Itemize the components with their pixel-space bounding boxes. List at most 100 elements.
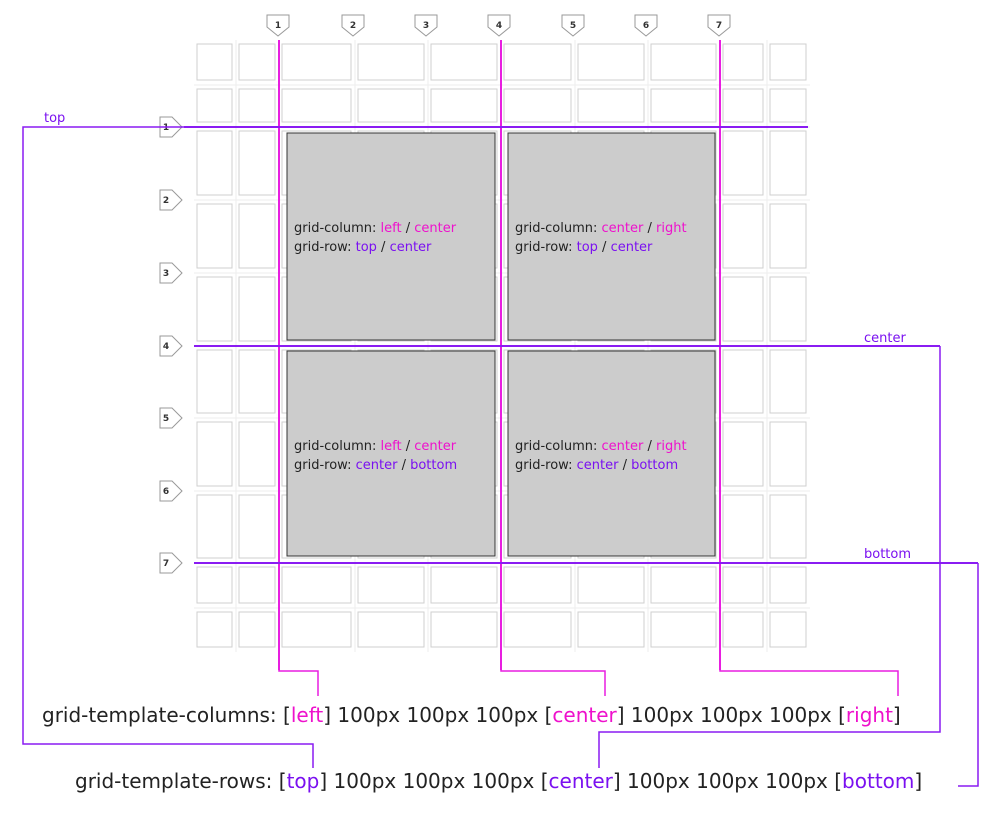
rule-token: / (643, 439, 656, 454)
value-token: [ (279, 769, 287, 793)
rule-token: center (414, 439, 456, 454)
grid-cell (357, 566, 425, 604)
grid-cell (722, 566, 764, 604)
grid-cell (769, 566, 807, 604)
grid-cell (238, 203, 276, 269)
grid-cell (769, 43, 807, 81)
row-line-label-top: top (44, 111, 65, 126)
row-line-label-bottom: bottom (864, 547, 911, 562)
grid-cell (357, 611, 425, 648)
rule-token: grid-row: (294, 240, 356, 255)
grid-column-rule: grid-column: center / right (515, 221, 687, 236)
line-name-token: left (291, 703, 324, 727)
marker-number: 6 (163, 487, 169, 497)
grid-cell (238, 349, 276, 414)
grid-area-box (286, 132, 496, 341)
marker-number: 7 (163, 559, 169, 569)
grid-cell (281, 43, 352, 81)
grid-cell (722, 349, 764, 414)
grid-cell (196, 130, 233, 196)
rule-token: / (397, 458, 410, 473)
grid-cell (281, 611, 352, 648)
column-marker-6: 6 (634, 14, 658, 37)
grid-cell (196, 43, 233, 81)
rule-token: grid-column: (515, 221, 602, 236)
value-token: ] 100px 100px 100px [ (323, 703, 552, 727)
rule-token: top (356, 240, 377, 255)
grid-cell (769, 203, 807, 269)
grid-template-rows-declaration: grid-template-rows: [top] 100px 100px 10… (75, 769, 922, 793)
value-token: ] (893, 703, 901, 727)
marker-number: 4 (496, 21, 502, 31)
marker-number: 6 (643, 21, 649, 31)
rule-token: grid-row: (294, 458, 356, 473)
value-token: ] 100px 100px 100px [ (319, 769, 548, 793)
value-token: ] (914, 769, 922, 793)
grid-cell (238, 276, 276, 342)
grid-cell (238, 566, 276, 604)
grid-cell (196, 88, 233, 123)
grid-cell (238, 88, 276, 123)
line-name-token: bottom (842, 769, 914, 793)
grid-row-rule: grid-row: center / bottom (294, 458, 457, 473)
grid-cell (238, 611, 276, 648)
grid-cell (503, 88, 572, 123)
grid-cell (650, 611, 717, 648)
grid-column-rule: grid-column: left / center (294, 221, 457, 236)
connector-left (278, 670, 319, 696)
rule-token: top (577, 240, 598, 255)
grid-cell (430, 611, 498, 648)
column-marker-1: 1 (266, 14, 290, 37)
grid-area-top-right: grid-column: center / rightgrid-row: top… (507, 132, 716, 341)
rule-token: center (577, 458, 619, 473)
rule-token: center (602, 439, 644, 454)
grid-cell (650, 566, 717, 604)
grid-column-rule: grid-column: left / center (294, 439, 457, 454)
marker-number: 3 (423, 21, 429, 31)
rule-token: center (356, 458, 398, 473)
rule-token: / (402, 221, 415, 236)
grid-cell (281, 566, 352, 604)
grid-cell (769, 421, 807, 487)
rule-token: / (377, 240, 390, 255)
row-line-label-center: center (864, 331, 906, 346)
marker-number: 3 (163, 269, 169, 279)
grid-cell (357, 88, 425, 123)
grid-diagram: grid-column: left / centergrid-row: top … (22, 14, 979, 793)
grid-row-rule: grid-row: center / bottom (515, 458, 678, 473)
grid-cell (577, 566, 645, 604)
grid-cell (503, 43, 572, 81)
grid-column-rule: grid-column: center / right (515, 439, 687, 454)
line-name-token: right (846, 703, 893, 727)
grid-cell (722, 421, 764, 487)
marker-number: 1 (163, 123, 169, 133)
grid-cell (196, 494, 233, 559)
row-marker-3: 3 (159, 262, 183, 284)
grid-cell (238, 130, 276, 196)
grid-cell (650, 43, 717, 81)
grid-cell (769, 88, 807, 123)
grid-cell (769, 276, 807, 342)
grid-cell (650, 88, 717, 123)
grid-cell (281, 88, 352, 123)
marker-number: 7 (716, 21, 722, 31)
column-marker-2: 2 (341, 14, 365, 37)
rule-token: grid-column: (294, 439, 381, 454)
rule-token: / (402, 439, 415, 454)
rule-token: center (390, 240, 432, 255)
grid-template-columns-declaration: grid-template-columns: [left] 100px 100p… (42, 703, 901, 727)
rule-token: left (381, 221, 402, 236)
rule-token: center (414, 221, 456, 236)
rule-token: left (381, 439, 402, 454)
grid-cell (722, 494, 764, 559)
rule-token: grid-row: (515, 458, 577, 473)
rule-token: center (611, 240, 653, 255)
property-name: grid-template-rows: (75, 769, 279, 793)
column-marker-7: 7 (707, 14, 731, 37)
marker-number: 5 (163, 414, 169, 424)
grid-cell (196, 349, 233, 414)
line-name-token: top (287, 769, 320, 793)
row-marker-2: 2 (159, 189, 183, 211)
row-marker-7: 7 (159, 552, 183, 574)
row-marker-6: 6 (159, 480, 183, 502)
